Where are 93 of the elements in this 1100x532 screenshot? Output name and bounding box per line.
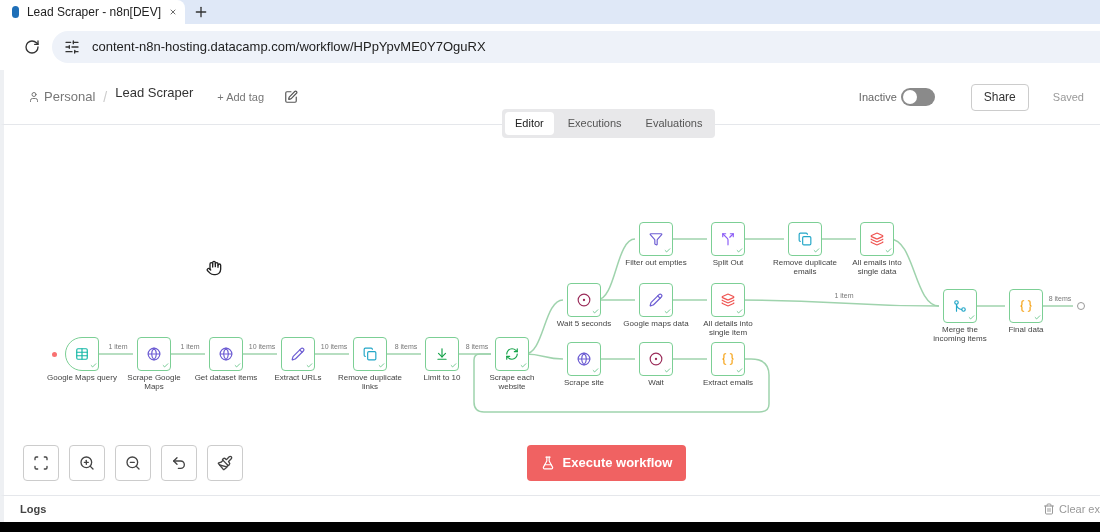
active-label: Inactive: [858, 89, 897, 105]
workflow-node[interactable]: [788, 222, 822, 256]
view-tab[interactable]: Executions: [557, 112, 632, 135]
brush-icon: [217, 455, 233, 471]
workflow-node[interactable]: [943, 289, 977, 323]
refresh-icon: [505, 347, 519, 361]
node-label: Google Maps query: [47, 373, 117, 382]
node-label: Final data: [1007, 325, 1045, 334]
layers-icon: [870, 232, 884, 246]
tab-title: Lead Scraper - n8n[DEV]: [26, 4, 161, 21]
browser-tab[interactable]: Lead Scraper - n8n[DEV]: [0, 0, 185, 24]
workflow-node[interactable]: [209, 337, 243, 371]
workflow-node[interactable]: [353, 337, 387, 371]
undo-button[interactable]: [161, 445, 197, 481]
node-label: Get dataset items: [193, 373, 259, 382]
active-toggle[interactable]: [900, 88, 935, 106]
view-tab[interactable]: Evaluations: [635, 112, 713, 135]
node-label: Scrape site: [563, 378, 605, 387]
view-tab[interactable]: Editor: [505, 112, 554, 135]
user-icon: [28, 91, 40, 103]
workflow-node[interactable]: [567, 342, 601, 376]
zoom-out-icon: [125, 455, 141, 471]
share-button[interactable]: Share: [970, 83, 1029, 111]
download-icon: [435, 347, 449, 361]
braces-icon: [721, 352, 735, 366]
add-tag-link[interactable]: + Add tag: [217, 88, 265, 106]
reload-icon[interactable]: [24, 39, 40, 55]
app-icon: [12, 6, 19, 18]
workflow-node[interactable]: [639, 222, 673, 256]
node-label: Extract URLs: [273, 373, 323, 382]
node-label: Scrape Google Maps: [126, 373, 182, 391]
node-label: Remove duplicate emails: [771, 258, 838, 276]
layers-icon: [721, 293, 735, 307]
hand-cursor-icon: [206, 260, 222, 276]
globe-icon: [219, 347, 233, 361]
workflow-node[interactable]: [860, 222, 894, 256]
project-name[interactable]: Personal: [44, 87, 96, 107]
node-label: Extract emails: [701, 378, 755, 387]
workflow-node[interactable]: [1009, 289, 1043, 323]
workflow-node[interactable]: [137, 337, 171, 371]
node-label: All details into single item: [702, 319, 754, 337]
node-label: Google maps data: [622, 319, 690, 328]
breadcrumb-separator: /: [103, 87, 108, 107]
new-tab-icon[interactable]: [193, 4, 209, 20]
flask-icon: [540, 456, 555, 470]
node-label: Split Out: [711, 258, 745, 267]
trigger-marker-icon: [52, 351, 57, 357]
pencil-icon: [291, 347, 305, 361]
workflow-node[interactable]: [711, 342, 745, 376]
workflow-node[interactable]: [495, 337, 529, 371]
node-label: Merge the incoming items: [932, 325, 988, 343]
copy-icon: [798, 232, 812, 246]
zoom-in-button[interactable]: [69, 445, 105, 481]
node-label: Scrape each website: [488, 373, 536, 391]
edit-icon[interactable]: [284, 90, 299, 104]
pause-circle-icon: [649, 352, 663, 366]
node-label: Wait 5 seconds: [555, 319, 613, 328]
tidy-up-button[interactable]: [207, 445, 243, 481]
fit-view-button[interactable]: [23, 445, 59, 481]
globe-icon: [147, 347, 161, 361]
logs-title[interactable]: Logs: [20, 500, 47, 518]
filter-icon: [649, 232, 663, 246]
split-icon: [721, 232, 735, 246]
table-icon: [75, 347, 89, 361]
copy-icon: [363, 347, 377, 361]
fit-view-icon: [33, 455, 49, 471]
site-settings-icon[interactable]: [64, 39, 80, 55]
url-text: content-n8n-hosting.datacamp.com/workflow/HPpYpvME0Y7OguRX: [92, 38, 486, 57]
pencil-icon: [649, 293, 663, 307]
workflow-node[interactable]: [567, 283, 601, 317]
trash-icon[interactable]: [1043, 503, 1056, 515]
workflow-node[interactable]: [281, 337, 315, 371]
zoom-out-button[interactable]: [115, 445, 151, 481]
node-label: Filter out empties: [624, 258, 688, 267]
merge-icon: [953, 299, 967, 313]
workflow-node[interactable]: [639, 342, 673, 376]
undo-icon: [171, 455, 187, 471]
workflow-node[interactable]: [711, 222, 745, 256]
address-bar[interactable]: content-n8n-hosting.datacamp.com/workflow/HPpYpvME0Y7OguRX: [52, 31, 1100, 63]
node-label: Wait: [647, 378, 665, 387]
workflow-node[interactable]: [711, 283, 745, 317]
node-label: Remove duplicate links: [336, 373, 403, 391]
braces-icon: [1019, 299, 1033, 313]
workflow-node[interactable]: [639, 283, 673, 317]
pause-circle-icon: [577, 293, 591, 307]
workflow-node[interactable]: [65, 337, 99, 371]
node-label: Limit to 10: [422, 373, 462, 382]
save-status: Saved: [1052, 89, 1084, 105]
workflow-name[interactable]: Lead Scraper: [115, 83, 194, 103]
workflow-node[interactable]: [425, 337, 459, 371]
node-label: All emails into single data: [851, 258, 903, 276]
globe-icon: [577, 352, 591, 366]
zoom-in-icon: [79, 455, 95, 471]
